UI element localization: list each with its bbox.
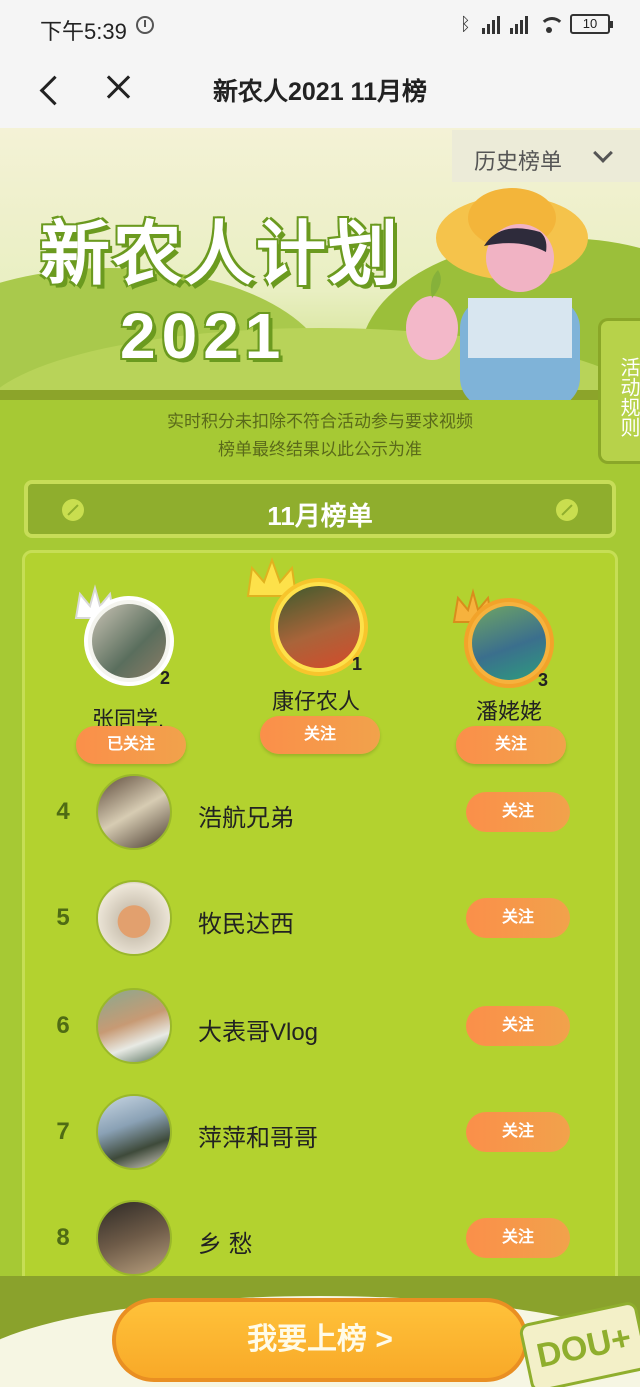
rank-number: 4 <box>56 798 70 825</box>
rank-number: 7 <box>56 1118 70 1145</box>
avatar[interactable] <box>96 774 172 850</box>
bluetooth-icon: ᛒ <box>460 14 471 34</box>
user-name: 大表哥Vlog <box>198 1019 319 1046</box>
rank-badge: 3 <box>538 670 549 690</box>
status-time: 下午5:39 <box>40 19 127 44</box>
follow-button[interactable]: 关注 <box>466 1006 570 1046</box>
banner-logo-line1: 新农人计划 <box>40 215 400 293</box>
alarm-icon <box>136 16 154 34</box>
follow-button[interactable]: 关注 <box>466 792 570 832</box>
avatar[interactable] <box>92 604 166 678</box>
user-name: 乡 愁 <box>198 1231 253 1258</box>
follow-button[interactable]: 关注 <box>466 1112 570 1152</box>
pin-icon <box>556 499 578 521</box>
list-item: 6 大表哥Vlog 关注 <box>0 988 640 1078</box>
rank-number: 8 <box>56 1224 70 1251</box>
banner-logo-line2: 2021 <box>120 300 287 372</box>
board-header: 11月榜单 <box>24 480 616 538</box>
avatar[interactable] <box>278 586 360 668</box>
avatar[interactable] <box>96 880 172 956</box>
notice: 实时积分未扣除不符合活动参与要求视频 榜单最终结果以此公示为准 <box>0 408 640 464</box>
notice-line1: 实时积分未扣除不符合活动参与要求视频 <box>167 412 473 431</box>
user-name: 浩航兄弟 <box>198 805 294 832</box>
board-title: 11月榜单 <box>267 501 373 531</box>
history-label: 历史榜单 <box>474 149 563 174</box>
notice-line2: 榜单最终结果以此公示为准 <box>218 440 422 459</box>
rank-badge: 1 <box>352 654 363 674</box>
podium-name: 潘姥姥 <box>476 699 543 724</box>
avatar[interactable] <box>96 1200 172 1276</box>
history-dropdown[interactable]: 历史榜单 <box>452 130 640 182</box>
list-item: 5 牧民达西 关注 <box>0 880 640 970</box>
banner: 历史榜单 新农人计划 2021 <box>0 128 640 400</box>
list-item: 4 浩航兄弟 关注 <box>0 774 640 864</box>
status-bar: 下午5:39 ᛒ 10 <box>0 0 640 52</box>
follow-button[interactable]: 关注 <box>456 726 566 764</box>
join-ranking-button[interactable]: 我要上榜 > <box>112 1298 528 1382</box>
list-item: 7 萍萍和哥哥 关注 <box>0 1094 640 1184</box>
rank-number: 6 <box>56 1012 70 1039</box>
avatar[interactable] <box>96 988 172 1064</box>
user-name: 牧民达西 <box>198 911 294 938</box>
rank-number: 5 <box>56 904 70 931</box>
chevron-down-icon <box>593 143 613 163</box>
follow-button[interactable]: 关注 <box>466 1218 570 1258</box>
battery-icon: 10 <box>570 14 613 34</box>
status-icons: ᛒ 10 <box>460 14 613 34</box>
signal-icon-2 <box>510 14 528 34</box>
follow-button[interactable]: 关注 <box>260 716 380 754</box>
rank-badge: 2 <box>160 668 171 688</box>
follow-button[interactable]: 关注 <box>466 898 570 938</box>
nav-bar: 新农人2021 11月榜 <box>0 52 640 128</box>
banner-logo: 新农人计划 2021 <box>40 198 400 373</box>
user-name: 萍萍和哥哥 <box>198 1125 318 1152</box>
wifi-icon <box>538 15 565 33</box>
page-title: 新农人2021 11月榜 <box>213 78 427 106</box>
podium-name: 康仔农人 <box>272 689 361 714</box>
avatar[interactable] <box>472 606 546 680</box>
avatar[interactable] <box>96 1094 172 1170</box>
signal-icon <box>482 14 500 34</box>
followed-button[interactable]: 已关注 <box>76 726 186 764</box>
